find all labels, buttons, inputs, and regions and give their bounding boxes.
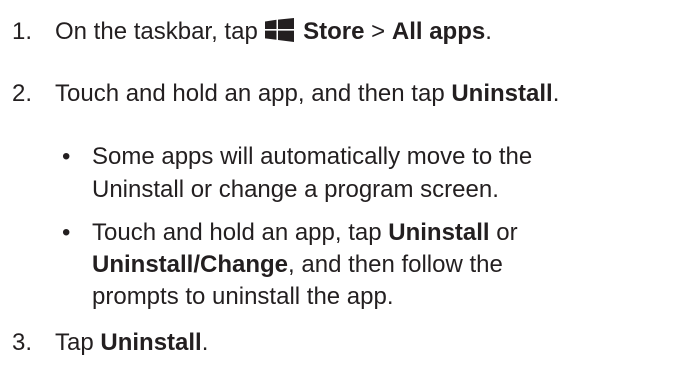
step-end: . bbox=[485, 18, 492, 45]
all-apps-label: All apps bbox=[391, 18, 486, 45]
uninstall-label: Uninstall bbox=[388, 219, 490, 246]
bullet-marker: • bbox=[62, 143, 71, 170]
uninstall-change-label: Uninstall/Change bbox=[92, 251, 289, 278]
bullet-line: Touch and hold an app, tap Uninstall or bbox=[92, 219, 518, 246]
uninstall-label: Uninstall bbox=[100, 329, 202, 356]
step-number: 2. bbox=[12, 80, 33, 107]
store-label: Store bbox=[303, 18, 365, 45]
step-prefix: Tap bbox=[55, 329, 94, 356]
bullet-line: prompts to uninstall the app. bbox=[92, 283, 394, 310]
step-prefix: Touch and hold an app, and then tap bbox=[55, 80, 445, 107]
step-text: On the taskbar, tap Store > All apps. bbox=[55, 17, 492, 47]
bullet-line: Uninstall or change a program screen. bbox=[92, 176, 499, 203]
step-text: Touch and hold an app, and then tap Unin… bbox=[55, 79, 559, 109]
bullet-line: Some apps will automatically move to the bbox=[92, 143, 533, 170]
step-text: Tap Uninstall. bbox=[55, 328, 208, 358]
uninstall-label: Uninstall bbox=[451, 80, 553, 107]
step-number: 3. bbox=[12, 329, 33, 356]
menu-separator: > bbox=[371, 18, 386, 45]
windows-logo-icon bbox=[265, 18, 295, 42]
instructions-document: 1. On the taskbar, tap Store > All apps.… bbox=[0, 0, 677, 375]
bullet-marker: • bbox=[62, 219, 71, 246]
bullet-line: Uninstall/Change, and then follow the bbox=[92, 251, 503, 278]
step-prefix: On the taskbar, tap bbox=[55, 18, 258, 45]
step-end: . bbox=[552, 80, 560, 107]
step-number: 1. bbox=[12, 18, 33, 45]
step-end: . bbox=[201, 329, 209, 356]
